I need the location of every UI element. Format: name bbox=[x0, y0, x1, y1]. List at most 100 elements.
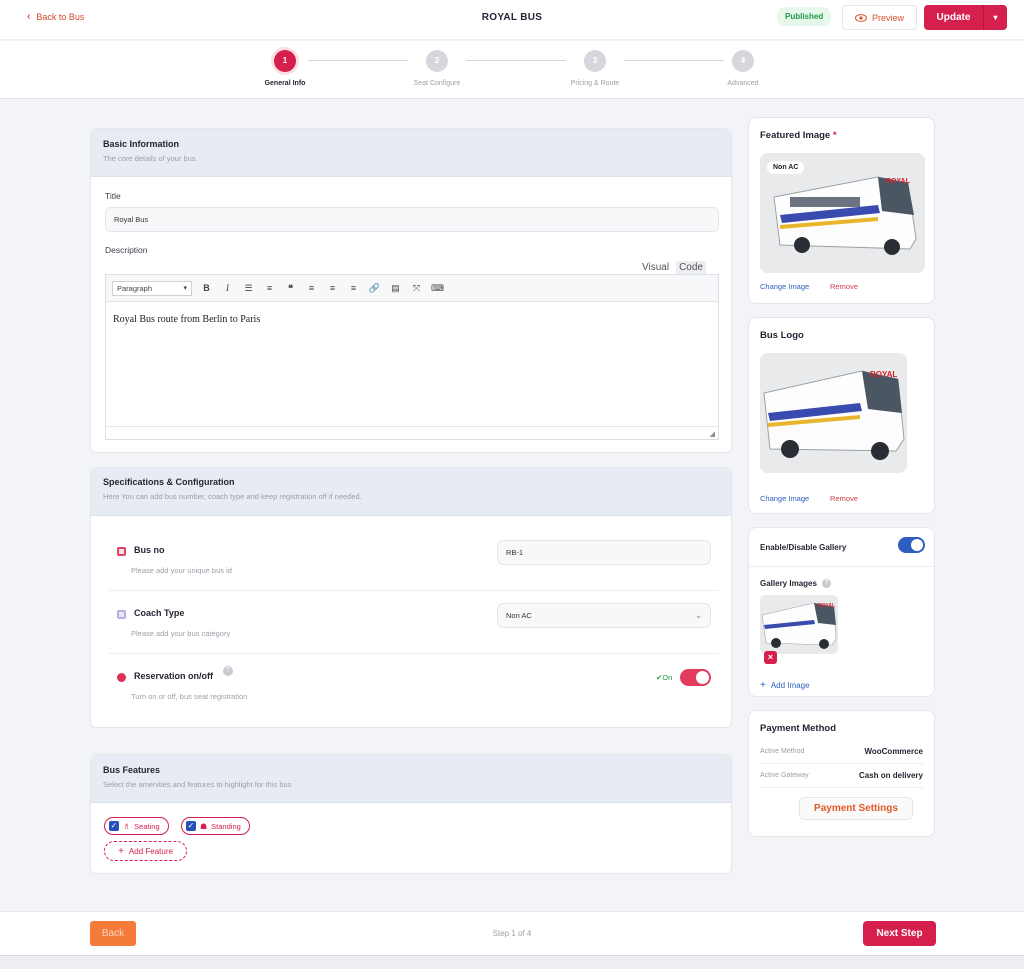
remove-gallery-image-icon[interactable]: × bbox=[764, 651, 777, 664]
bus-image-icon: ROYAL bbox=[760, 595, 838, 654]
feature-chip-seating[interactable]: ✓ ♗ Seating bbox=[104, 817, 169, 835]
step-label: Seat Configure bbox=[413, 80, 461, 87]
featured-image-card: Featured Image * ROYAL Non AC Change Ima… bbox=[748, 117, 935, 304]
title-input[interactable]: Royal Bus bbox=[105, 207, 719, 232]
required-mark: * bbox=[832, 130, 837, 141]
active-method-value: WooCommerce bbox=[864, 747, 923, 756]
add-feature-button[interactable]: + Add Feature bbox=[104, 841, 187, 861]
help-icon[interactable]: ? bbox=[821, 579, 831, 588]
basic-information-card: Basic Information The core details of yo… bbox=[90, 128, 732, 453]
reservation-description: Turn on or off, bus seat registration bbox=[131, 692, 248, 701]
reservation-label: Reservation on/off bbox=[134, 671, 214, 681]
step-seat-configure[interactable]: 2 Seat Configure bbox=[392, 50, 482, 87]
chevron-down-icon[interactable]: ▾ bbox=[984, 13, 1007, 22]
bus-image-icon: ROYAL bbox=[760, 353, 907, 473]
rich-text-editor: Paragraph ▾ B I ☰ ≡ ❝ ≡ ≡ ≡ 🔗 ▤ ⤧ ⌨ Roya… bbox=[105, 274, 719, 440]
help-icon[interactable]: ? bbox=[223, 666, 233, 676]
section-subtitle: The core details of your bus. bbox=[103, 154, 198, 163]
checkbox-checked-icon[interactable]: ✓ bbox=[109, 821, 119, 831]
bus-logo-card: Bus Logo ROYAL Change Image Remove bbox=[748, 317, 935, 514]
preview-label: Preview bbox=[871, 12, 904, 23]
ticket-icon bbox=[117, 547, 126, 556]
step-pricing-route[interactable]: 3 Pricing & Route bbox=[550, 50, 640, 87]
gallery-toggle-label: Enable/Disable Gallery bbox=[760, 543, 847, 552]
specifications-card: Specifications & Configuration Here You … bbox=[90, 467, 732, 728]
step-label: Advanced bbox=[727, 80, 759, 87]
feature-chip-standing[interactable]: ✓ ☗ Standing bbox=[181, 817, 250, 835]
coach-type-description: Please add your bus category bbox=[131, 629, 231, 638]
reservation-toggle[interactable] bbox=[680, 669, 711, 686]
bus-features-card: Bus Features Select the amenities and fe… bbox=[90, 754, 732, 874]
add-feature-label: Add Feature bbox=[128, 846, 173, 856]
eye-icon bbox=[854, 13, 867, 22]
format-select[interactable]: Paragraph ▾ bbox=[112, 280, 192, 296]
active-gateway-label: Active Gateway bbox=[760, 772, 809, 779]
svg-text:ROYAL: ROYAL bbox=[818, 603, 835, 609]
featured-image[interactable]: ROYAL Non AC bbox=[760, 153, 925, 273]
gallery-thumbnail[interactable]: ROYAL bbox=[760, 595, 838, 654]
checkbox-checked-icon[interactable]: ✓ bbox=[186, 821, 196, 831]
format-select-value: Paragraph bbox=[117, 283, 153, 293]
bottom-strip bbox=[0, 955, 1024, 969]
update-button[interactable]: Update ▾ bbox=[924, 5, 1007, 30]
reservation-row: Reservation on/off ? Turn on or off, bus… bbox=[91, 654, 731, 717]
link-icon[interactable]: 🔗 bbox=[364, 283, 385, 294]
basic-information-header: Basic Information The core details of yo… bbox=[91, 129, 731, 177]
bus-logo-image[interactable]: ROYAL bbox=[760, 353, 907, 473]
bus-features-header: Bus Features Select the amenities and fe… bbox=[91, 755, 731, 803]
add-image-label: Add Image bbox=[770, 681, 810, 690]
editor-toolbar: Paragraph ▾ B I ☰ ≡ ❝ ≡ ≡ ≡ 🔗 ▤ ⤧ ⌨ bbox=[106, 275, 718, 302]
section-subtitle: Select the amenities and features to hig… bbox=[103, 780, 292, 789]
next-step-button[interactable]: Next Step bbox=[863, 921, 936, 946]
blockquote-icon[interactable]: ❝ bbox=[280, 283, 301, 294]
bus-no-input[interactable]: RB-1 bbox=[497, 540, 711, 565]
bullet-list-icon[interactable]: ☰ bbox=[238, 283, 259, 294]
align-center-icon[interactable]: ≡ bbox=[322, 283, 343, 293]
svg-text:ROYAL: ROYAL bbox=[886, 178, 911, 185]
seat-icon: ♗ bbox=[123, 821, 131, 831]
add-image-button[interactable]: + Add Image bbox=[760, 680, 810, 691]
step-advanced[interactable]: 4 Advanced bbox=[698, 50, 788, 87]
image-badge: Non AC bbox=[767, 161, 805, 174]
remove-image-link[interactable]: Remove bbox=[830, 282, 858, 291]
preview-button[interactable]: Preview bbox=[842, 5, 917, 30]
remove-logo-link[interactable]: Remove bbox=[830, 494, 858, 503]
editor-mode-tabs: Visual Code bbox=[639, 261, 706, 274]
change-logo-link[interactable]: Change Image bbox=[760, 494, 809, 503]
gallery-card: Enable/Disable Gallery Gallery Images ? … bbox=[748, 527, 935, 697]
coach-type-select[interactable]: Non AC ⌄ bbox=[497, 603, 711, 628]
fullscreen-icon[interactable]: ⤧ bbox=[406, 283, 427, 294]
editor-content[interactable]: Royal Bus route from Berlin to Paris bbox=[106, 302, 718, 427]
tab-code[interactable]: Code bbox=[676, 261, 706, 274]
coach-icon bbox=[117, 610, 126, 619]
resize-handle-icon[interactable]: ◢ bbox=[710, 430, 715, 438]
tab-visual[interactable]: Visual bbox=[639, 261, 672, 274]
specifications-header: Specifications & Configuration Here You … bbox=[91, 468, 731, 516]
bus-no-description: Please add your unique bus id bbox=[131, 566, 232, 575]
reservation-state: ✔On bbox=[656, 673, 673, 682]
svg-text:ROYAL: ROYAL bbox=[870, 370, 897, 379]
standing-icon: ☗ bbox=[200, 821, 208, 831]
top-bar: ‹ Back to Bus ROYAL BUS Published Previe… bbox=[0, 0, 1024, 40]
section-title: Bus Features bbox=[103, 765, 161, 775]
numbered-list-icon[interactable]: ≡ bbox=[259, 283, 280, 293]
gallery-images-label: Gallery Images ? bbox=[760, 579, 831, 588]
feature-label: Seating bbox=[134, 821, 160, 831]
payment-settings-button[interactable]: Payment Settings bbox=[799, 797, 913, 820]
step-general-info[interactable]: 1 General Info bbox=[240, 50, 330, 87]
align-left-icon[interactable]: ≡ bbox=[301, 283, 322, 293]
gallery-toggle[interactable] bbox=[898, 537, 925, 553]
change-image-link[interactable]: Change Image bbox=[760, 282, 809, 291]
italic-icon[interactable]: I bbox=[217, 283, 238, 293]
coach-type-value: Non AC bbox=[506, 611, 532, 620]
bold-icon[interactable]: B bbox=[196, 283, 217, 293]
align-right-icon[interactable]: ≡ bbox=[343, 283, 364, 293]
chevron-down-icon: ⌄ bbox=[695, 611, 702, 620]
active-gateway-value: Cash on delivery bbox=[858, 771, 923, 780]
step-number: 1 bbox=[274, 50, 296, 72]
toolbar-toggle-icon[interactable]: ⌨ bbox=[427, 283, 448, 294]
footer-bar: Back Step 1 of 4 Next Step bbox=[0, 911, 1024, 955]
step-number: 3 bbox=[584, 50, 606, 72]
active-method-label: Active Method bbox=[760, 748, 805, 755]
read-more-icon[interactable]: ▤ bbox=[385, 283, 406, 294]
